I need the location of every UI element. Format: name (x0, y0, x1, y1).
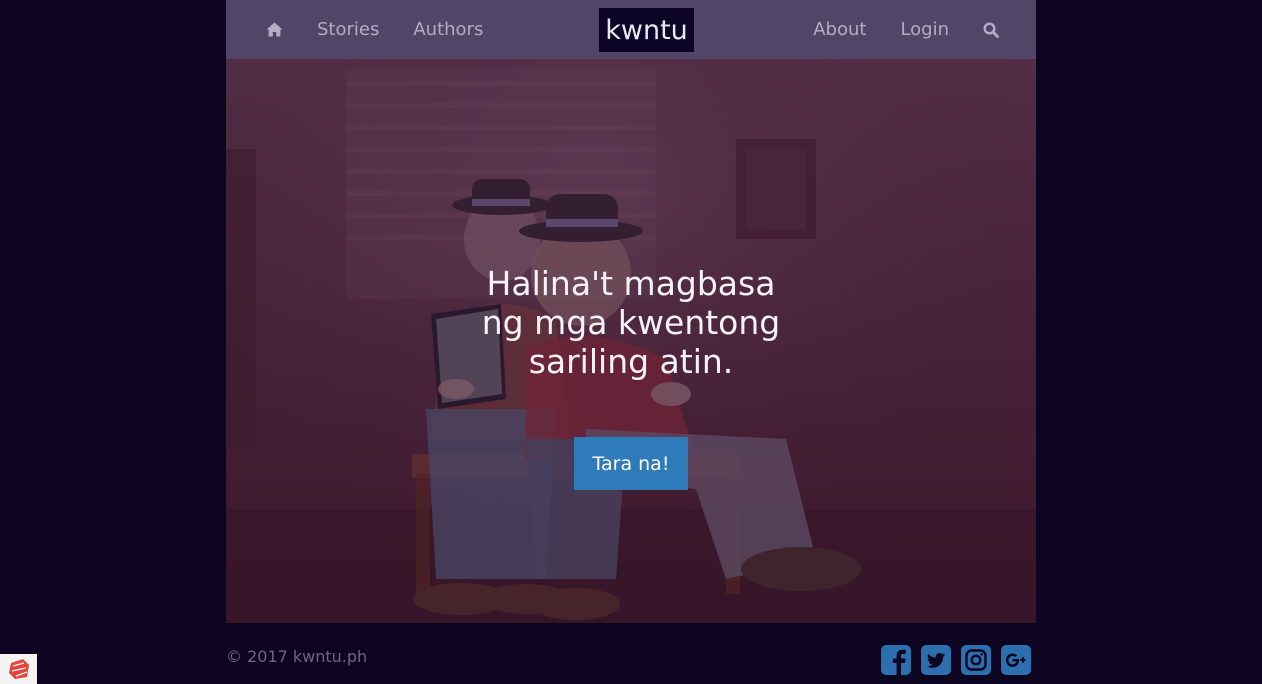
social-links (871, 645, 1031, 675)
hero-heading: Halina't magbasa ng mga kwentong sarilin… (431, 264, 831, 381)
facebook-icon[interactable] (881, 645, 911, 675)
hero-heading-line-2: ng mga kwentong (481, 303, 781, 342)
twitter-icon[interactable] (921, 645, 951, 675)
brand-logo[interactable]: kwntu (599, 8, 694, 52)
main-container: Stories Authors kwntu About Login Halina… (226, 0, 1036, 684)
corner-badge[interactable] (0, 654, 37, 684)
page: Stories Authors kwntu About Login Halina… (0, 0, 1262, 684)
nav-stories-link[interactable]: Stories (317, 19, 379, 40)
nav-authors-link[interactable]: Authors (413, 19, 483, 40)
nav-left: Stories Authors (266, 0, 483, 59)
hero-section: Halina't magbasa ng mga kwentong sarilin… (226, 59, 1036, 623)
google-plus-icon[interactable] (1001, 645, 1031, 675)
search-icon[interactable] (983, 21, 999, 38)
nav-login-link[interactable]: Login (900, 19, 949, 40)
hero-heading-line-1: Halina't magbasa (486, 264, 776, 303)
home-icon[interactable] (266, 22, 283, 37)
cta-button[interactable]: Tara na! (574, 437, 688, 490)
hero-heading-line-3: sariling atin. (528, 342, 734, 381)
copyright-text: © 2017 kwntu.ph (226, 647, 368, 666)
nav-right: About Login (779, 0, 999, 59)
badge-cube-icon (8, 659, 29, 679)
navbar: Stories Authors kwntu About Login (226, 0, 1036, 59)
instagram-icon[interactable] (961, 645, 991, 675)
nav-about-link[interactable]: About (813, 19, 866, 40)
